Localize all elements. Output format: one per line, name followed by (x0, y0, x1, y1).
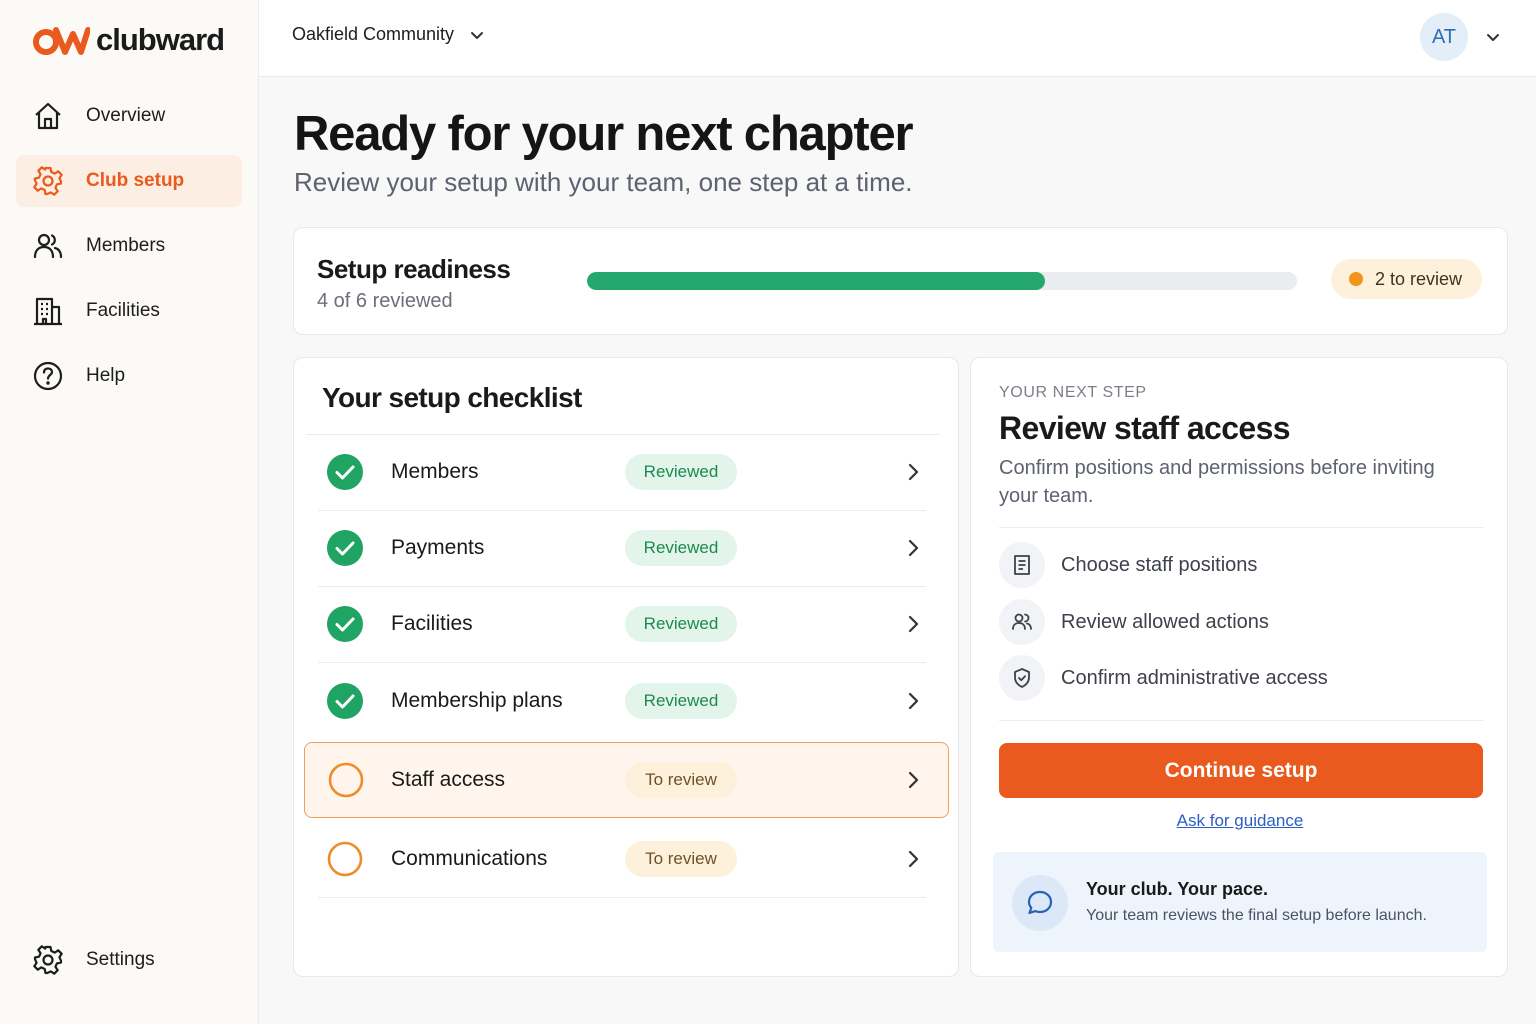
chevron-right-icon (908, 539, 919, 557)
sidebar-nav: Overview Club setup Members Facilities H… (16, 90, 242, 415)
divider (318, 897, 926, 898)
checklist-row-staff-access[interactable]: Staff access To review (304, 742, 949, 818)
readiness-progress-bar (587, 272, 1297, 290)
setup-checklist-card: Your setup checklist Members Reviewed Pa… (293, 357, 959, 977)
divider (999, 720, 1483, 721)
check-circle-icon (327, 606, 363, 642)
readiness-title: Setup readiness (317, 254, 511, 284)
check-circle-icon (327, 454, 363, 490)
sidebar-item-label: Settings (86, 949, 155, 970)
status-badge: Reviewed (625, 454, 737, 490)
status-dot-icon (1348, 272, 1363, 286)
next-step-item: Choose staff positions (999, 542, 1257, 588)
sidebar-item-settings[interactable]: Settings (16, 934, 242, 986)
checklist-item-label: Facilities (391, 612, 473, 635)
setup-readiness-card: Setup readiness 4 of 6 reviewed 2 to rev… (293, 227, 1508, 335)
next-step-item-label: Confirm administrative access (1061, 666, 1328, 689)
checklist-row-membership-plans[interactable]: Membership plans Reviewed (306, 663, 938, 739)
community-name: Oakfield Community (292, 24, 455, 44)
status-badge: Reviewed (625, 683, 737, 719)
home-icon (35, 102, 61, 130)
sidebar-item-label: Club setup (86, 170, 185, 191)
sidebar-item-overview[interactable]: Overview (16, 90, 242, 142)
building-icon (34, 297, 62, 326)
checklist-item-label: Staff access (391, 768, 506, 791)
check-circle-icon (327, 683, 363, 719)
checklist-item-label: Payments (391, 536, 485, 559)
next-step-item: Confirm administrative access (999, 655, 1328, 701)
to-review-badge: 2 to review (1330, 259, 1482, 299)
checklist-row-payments[interactable]: Payments Reviewed (306, 510, 938, 587)
sidebar-item-label: Overview (86, 105, 166, 126)
checklist-title: Your setup checklist (322, 382, 582, 413)
next-step-description: Confirm positions and permissions before… (999, 457, 1435, 507)
status-badge: Reviewed (625, 606, 737, 642)
ask-for-guidance-link[interactable]: Ask for guidance (971, 811, 1509, 831)
sidebar-item-help[interactable]: Help (16, 350, 242, 402)
next-step-title: Review staff access (999, 410, 1291, 446)
page-subtitle: Review your setup with your team, one st… (294, 167, 913, 197)
checklist-item-label: Communications (391, 847, 548, 870)
pace-note-text: Your team reviews the final setup before… (1086, 907, 1427, 924)
avatar[interactable]: AT (1420, 13, 1468, 61)
logo[interactable]: clubward (32, 22, 225, 58)
divider (999, 527, 1483, 528)
help-circle-icon (33, 361, 63, 391)
sidebar-item-club-setup[interactable]: Club setup (16, 155, 242, 207)
empty-circle-icon (328, 762, 364, 798)
check-circle-icon (327, 530, 363, 566)
sidebar-item-facilities[interactable]: Facilities (16, 285, 242, 337)
checklist-row-facilities[interactable]: Facilities Reviewed (306, 586, 938, 663)
chevron-down-icon[interactable] (1484, 28, 1502, 46)
next-step-card: YOUR NEXT STEP Review staff access Confi… (970, 357, 1508, 977)
sidebar-item-label: Members (86, 235, 166, 256)
pace-note-title: Your club. Your pace. (1086, 879, 1269, 899)
chat-bubble-icon (1012, 875, 1068, 931)
to-review-badge-label: 2 to review (1374, 268, 1462, 289)
sidebar-item-members[interactable]: Members (16, 220, 242, 272)
chevron-right-icon (908, 850, 919, 868)
sidebar-settings: Settings (16, 934, 242, 999)
chevron-right-icon (908, 463, 919, 481)
chevron-down-icon (471, 31, 484, 39)
checklist-item-label: Members (391, 460, 479, 483)
status-badge: To review (625, 762, 737, 798)
checklist-item-label: Membership plans (391, 689, 563, 712)
page-title: Ready for your next chapter (294, 107, 914, 161)
status-badge: To review (625, 841, 737, 877)
logo-text: clubward (96, 22, 225, 57)
empty-circle-icon (327, 841, 363, 877)
community-selector[interactable]: Oakfield Community (292, 24, 486, 45)
sidebar-item-label: Help (86, 365, 126, 386)
document-icon (999, 542, 1045, 588)
readiness-progress-fill (587, 272, 1045, 290)
users-icon (33, 233, 63, 259)
sidebar: clubward Overview Club setup Members Fac… (0, 0, 259, 1024)
shield-icon (999, 655, 1045, 701)
checklist-row-members[interactable]: Members Reviewed (306, 434, 938, 511)
next-step-item: Review allowed actions (999, 599, 1269, 645)
chevron-right-icon (908, 692, 919, 710)
checklist-row-communications[interactable]: Communications To review (306, 821, 938, 898)
gear-icon (33, 166, 63, 196)
topbar: Oakfield Community AT (259, 0, 1536, 77)
next-step-item-label: Choose staff positions (1061, 553, 1258, 576)
next-step-eyebrow: YOUR NEXT STEP (999, 384, 1147, 401)
pace-note: Your club. Your pace. Your team reviews … (993, 852, 1487, 952)
sidebar-item-label: Facilities (86, 300, 160, 321)
next-step-item-label: Review allowed actions (1061, 610, 1269, 633)
chevron-right-icon (908, 771, 919, 789)
readiness-count: 4 of 6 reviewed (317, 290, 453, 312)
logo-mark-icon (33, 27, 90, 55)
gear-icon (33, 945, 63, 975)
continue-setup-button[interactable]: Continue setup (999, 743, 1483, 798)
chevron-right-icon (908, 615, 919, 633)
users-icon (999, 599, 1045, 645)
status-badge: Reviewed (625, 530, 737, 566)
